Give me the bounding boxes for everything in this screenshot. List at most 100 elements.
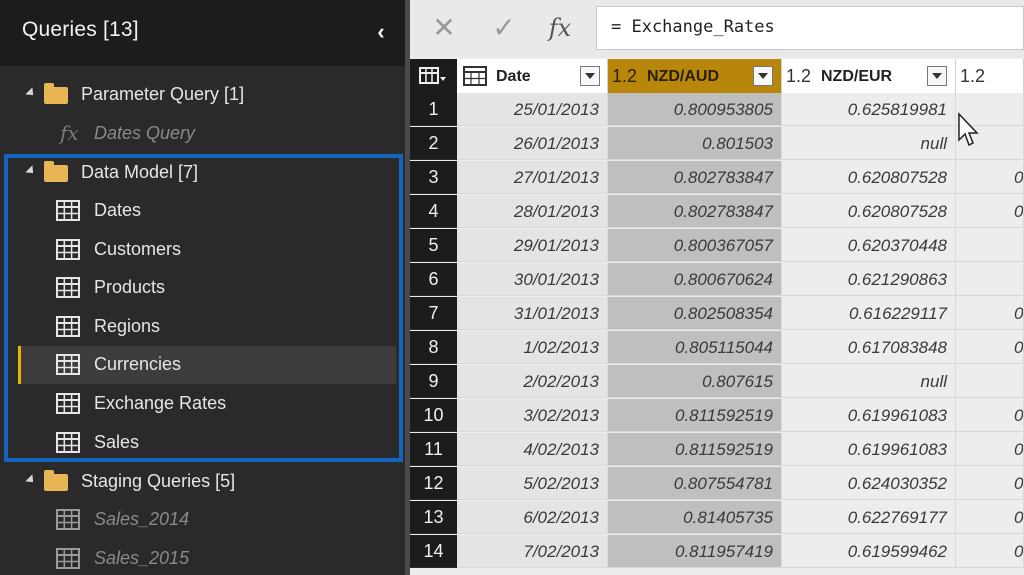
query-item-sales-2014[interactable]: Sales_2014 (0, 501, 405, 539)
next-column-cell[interactable]: 0 (956, 297, 1024, 330)
group-staging-queries[interactable]: Staging Queries [5] (0, 463, 405, 501)
query-item-sales-2015[interactable]: Sales_2015 (0, 540, 405, 575)
collapse-pane-button[interactable]: ‹ (368, 18, 394, 46)
nzd-eur-cell[interactable]: 0.619599462 (782, 535, 956, 568)
date-cell[interactable]: 27/01/2013 (457, 161, 608, 194)
nzd-eur-cell[interactable]: null (782, 127, 956, 160)
date-type-icon[interactable] (463, 66, 487, 86)
group-data-model[interactable]: Data Model [7] (0, 154, 405, 192)
next-column-cell[interactable]: 0 (956, 501, 1024, 534)
filter-dropdown-icon[interactable] (753, 66, 773, 86)
nzd-eur-cell[interactable]: 0.621290863 (782, 263, 956, 296)
nzd-eur-cell[interactable]: 0.620807528 (782, 195, 956, 228)
next-column-cell[interactable] (956, 229, 1024, 262)
expand-caret-icon[interactable] (25, 87, 37, 99)
date-cell[interactable]: 2/02/2013 (457, 365, 608, 398)
column-header-nzd-eur[interactable]: 1.2 NZD/EUR (782, 59, 956, 93)
query-item-currencies[interactable]: Currencies (18, 346, 396, 384)
query-item-products[interactable]: Products (0, 269, 405, 307)
group-parameter-query[interactable]: Parameter Query [1] (0, 76, 405, 114)
next-column-cell[interactable]: 0 (956, 195, 1024, 228)
date-cell[interactable]: 25/01/2013 (457, 93, 608, 126)
next-column-cell[interactable]: 0 (956, 467, 1024, 500)
row-number[interactable]: 6 (410, 263, 457, 296)
date-cell[interactable]: 28/01/2013 (457, 195, 608, 228)
nzd-eur-cell[interactable]: 0.619961083 (782, 399, 956, 432)
column-header-next[interactable]: 1.2 (956, 59, 1024, 93)
query-item-regions[interactable]: Regions (0, 308, 405, 346)
filter-dropdown-icon[interactable] (580, 66, 600, 86)
filter-dropdown-icon[interactable] (927, 66, 947, 86)
query-item-exchange-rates[interactable]: Exchange Rates (0, 385, 405, 423)
date-cell[interactable]: 26/01/2013 (457, 127, 608, 160)
nzd-aud-cell[interactable]: 0.811592519 (608, 399, 782, 432)
decimal-type-icon[interactable]: 1.2 (612, 66, 637, 87)
row-number[interactable]: 13 (410, 501, 457, 534)
next-column-cell[interactable]: 0 (956, 331, 1024, 364)
date-cell[interactable]: 1/02/2013 (457, 331, 608, 364)
nzd-aud-cell[interactable]: 0.805115044 (608, 331, 782, 364)
nzd-eur-cell[interactable]: 0.620370448 (782, 229, 956, 262)
nzd-eur-cell[interactable]: 0.622769177 (782, 501, 956, 534)
nzd-eur-cell[interactable]: 0.625819981 (782, 93, 956, 126)
date-cell[interactable]: 3/02/2013 (457, 399, 608, 432)
row-number[interactable]: 9 (410, 365, 457, 398)
commit-formula-button[interactable]: ✓ (476, 8, 532, 48)
date-cell[interactable]: 29/01/2013 (457, 229, 608, 262)
expand-caret-icon[interactable] (25, 474, 37, 486)
row-number[interactable]: 2 (410, 127, 457, 160)
nzd-aud-cell[interactable]: 0.807615 (608, 365, 782, 398)
nzd-eur-cell[interactable]: 0.619961083 (782, 433, 956, 466)
row-number[interactable]: 3 (410, 161, 457, 194)
row-number[interactable]: 14 (410, 535, 457, 568)
decimal-type-icon[interactable]: 1.2 (786, 66, 811, 87)
date-cell[interactable]: 5/02/2013 (457, 467, 608, 500)
date-cell[interactable]: 31/01/2013 (457, 297, 608, 330)
query-item-dates-query[interactable]: fx Dates Query (0, 115, 405, 153)
query-item-dates[interactable]: Dates (0, 192, 405, 230)
column-header-nzd-aud[interactable]: 1.2 NZD/AUD (608, 59, 782, 93)
nzd-aud-cell[interactable]: 0.807554781 (608, 467, 782, 500)
insert-function-button[interactable]: fx (532, 8, 588, 48)
date-cell[interactable]: 4/02/2013 (457, 433, 608, 466)
nzd-aud-cell[interactable]: 0.802783847 (608, 195, 782, 228)
next-column-cell[interactable]: 0 (956, 535, 1024, 568)
query-item-sales[interactable]: Sales (0, 424, 405, 462)
column-header-date[interactable]: Date (457, 59, 608, 93)
row-number[interactable]: 8 (410, 331, 457, 364)
row-number[interactable]: 10 (410, 399, 457, 432)
next-column-cell[interactable] (956, 365, 1024, 398)
next-column-cell[interactable]: 0 (956, 433, 1024, 466)
nzd-aud-cell[interactable]: 0.81405735 (608, 501, 782, 534)
table-menu-icon[interactable] (419, 67, 447, 85)
formula-input[interactable]: = Exchange_Rates (596, 6, 1024, 50)
decimal-type-icon[interactable]: 1.2 (960, 66, 985, 87)
nzd-eur-cell[interactable]: 0.620807528 (782, 161, 956, 194)
nzd-aud-cell[interactable]: 0.800953805 (608, 93, 782, 126)
nzd-aud-cell[interactable]: 0.802508354 (608, 297, 782, 330)
row-number[interactable]: 7 (410, 297, 457, 330)
expand-caret-icon[interactable] (25, 165, 37, 177)
date-cell[interactable]: 7/02/2013 (457, 535, 608, 568)
nzd-aud-cell[interactable]: 0.811592519 (608, 433, 782, 466)
next-column-cell[interactable]: 0 (956, 399, 1024, 432)
row-number[interactable]: 12 (410, 467, 457, 500)
date-cell[interactable]: 6/02/2013 (457, 501, 608, 534)
nzd-aud-cell[interactable]: 0.800367057 (608, 229, 782, 262)
grid-corner[interactable] (410, 59, 457, 93)
row-number[interactable]: 1 (410, 93, 457, 126)
nzd-eur-cell[interactable]: 0.624030352 (782, 467, 956, 500)
nzd-eur-cell[interactable]: 0.617083848 (782, 331, 956, 364)
nzd-aud-cell[interactable]: 0.801503 (608, 127, 782, 160)
next-column-cell[interactable] (956, 263, 1024, 296)
nzd-aud-cell[interactable]: 0.802783847 (608, 161, 782, 194)
nzd-aud-cell[interactable]: 0.800670624 (608, 263, 782, 296)
row-number[interactable]: 4 (410, 195, 457, 228)
row-number[interactable]: 5 (410, 229, 457, 262)
nzd-eur-cell[interactable]: 0.616229117 (782, 297, 956, 330)
next-column-cell[interactable]: 0 (956, 161, 1024, 194)
nzd-eur-cell[interactable]: null (782, 365, 956, 398)
row-number[interactable]: 11 (410, 433, 457, 466)
query-item-customers[interactable]: Customers (0, 231, 405, 269)
cancel-formula-button[interactable]: ✕ (416, 8, 472, 48)
